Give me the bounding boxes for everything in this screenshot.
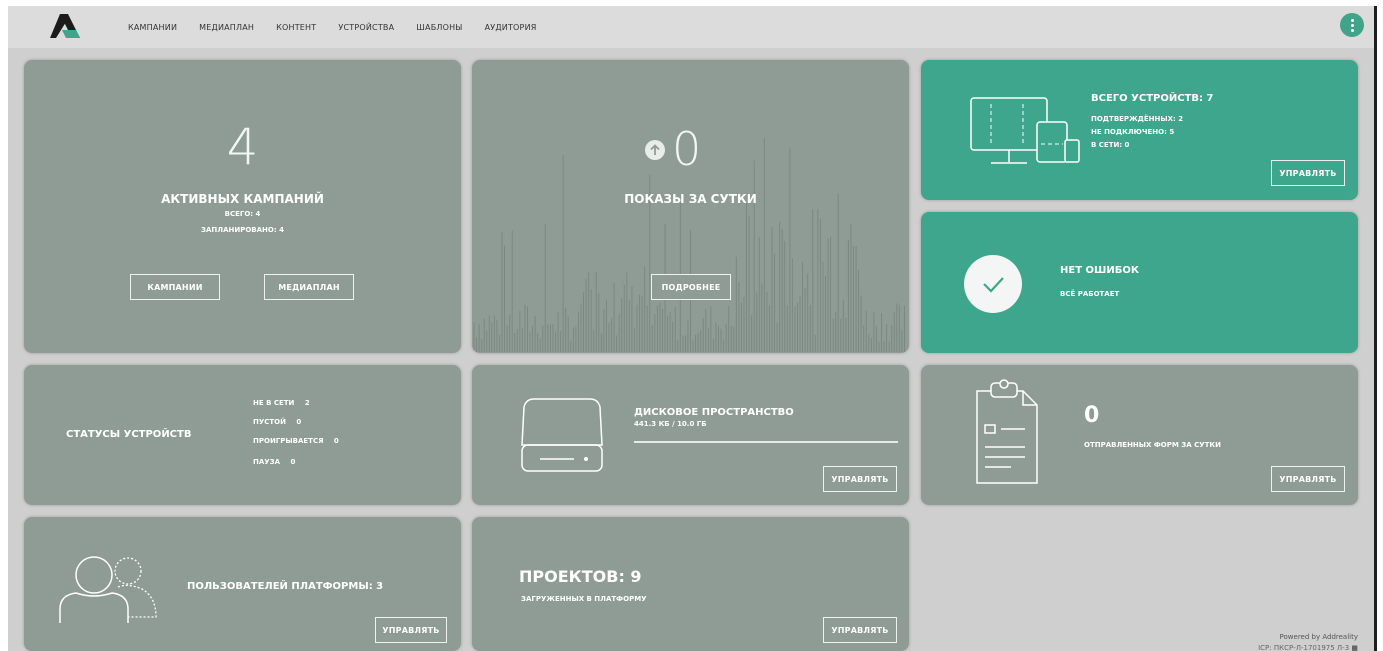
projects-title: ПРОЕКТОВ: 9 [519, 567, 642, 586]
disk-usage-bar [634, 441, 898, 443]
platform-users-card: ПОЛЬЗОВАТЕЛЕЙ ПЛАТФОРМЫ: 3 УПРАВЛЯТЬ [24, 517, 461, 651]
hard-drive-icon [521, 398, 603, 472]
impressions-background-chart [473, 137, 905, 352]
more-menu-icon[interactable] [1340, 13, 1364, 37]
submitted-forms-title: ОТПРАВЛЕННЫХ ФОРМ ЗА СУТКИ [1084, 441, 1222, 449]
status-row-playing: ПРОИГРЫВАЕТСЯ 0 [253, 437, 339, 445]
main-nav: КАМПАНИИ МЕДИАПЛАН КОНТЕНТ УСТРОЙСТВА ША… [128, 6, 559, 48]
status-value: 2 [304, 399, 310, 407]
status-value: 0 [333, 437, 339, 445]
campaigns-button[interactable]: КАМПАНИИ [130, 274, 220, 300]
disk-space-usage: 441.3 КБ / 10.0 ГБ [634, 420, 707, 428]
devices-manage-button[interactable]: УПРАВЛЯТЬ [1271, 160, 1345, 186]
nav-item-audience[interactable]: АУДИТОРИЯ [485, 23, 537, 32]
nav-item-devices[interactable]: УСТРОЙСТВА [338, 23, 394, 32]
devices-online: В СЕТИ: 0 [1091, 141, 1130, 149]
check-circle-icon [964, 255, 1022, 313]
scrollbar-edge [1374, 6, 1377, 651]
nav-item-templates[interactable]: ШАБЛОНЫ [416, 23, 462, 32]
active-campaigns-card: 4 АКТИВНЫХ КАМПАНИЙ ВСЕГО: 4 ЗАПЛАНИРОВА… [24, 60, 461, 353]
status-value: 0 [290, 458, 296, 466]
platform-users-title: ПОЛЬЗОВАТЕЛЕЙ ПЛАТФОРМЫ: 3 [187, 581, 384, 592]
impressions-details-button[interactable]: ПОДРОБНЕЕ [651, 274, 731, 300]
users-manage-button[interactable]: УПРАВЛЯТЬ [375, 617, 447, 643]
campaigns-scheduled: ЗАПЛАНИРОВАНО: 4 [201, 226, 284, 234]
projects-manage-button[interactable]: УПРАВЛЯТЬ [823, 617, 897, 643]
devices-total-title: ВСЕГО УСТРОЙСТВ: 7 [1091, 93, 1214, 104]
arrow-up-circle-icon [645, 140, 665, 160]
mediaplan-button[interactable]: МЕДИАПЛАН [264, 274, 354, 300]
projects-subtitle: ЗАГРУЖЕННЫХ В ПЛАТФОРМУ [521, 595, 647, 603]
device-statuses-title: СТАТУСЫ УСТРОЙСТВ [66, 429, 192, 440]
active-campaigns-title: АКТИВНЫХ КАМПАНИЙ [161, 192, 324, 206]
users-icon [59, 556, 157, 623]
disk-space-card: ДИСКОВОЕ ПРОСТРАНСТВО 441.3 КБ / 10.0 ГБ… [472, 365, 909, 505]
forms-manage-button[interactable]: УПРАВЛЯТЬ [1271, 466, 1345, 492]
status-row-paused: ПАУЗА 0 [253, 458, 295, 466]
clipboard-icon [976, 379, 1038, 484]
devices-not-connected: НЕ ПОДКЛЮЧЕНО: 5 [1091, 128, 1175, 136]
impressions-card: 0 ПОКАЗЫ ЗА СУТКИ ПОДРОБНЕЕ [472, 60, 909, 353]
impressions-count: 0 [672, 122, 702, 176]
status-label: ПРОИГРЫВАЕТСЯ [253, 437, 324, 445]
disk-manage-button[interactable]: УПРАВЛЯТЬ [823, 466, 897, 492]
status-label: ПАУЗА [253, 458, 281, 466]
status-label: НЕ В СЕТИ [253, 399, 295, 407]
devices-confirmed: ПОДТВЕРЖДЁННЫХ: 2 [1091, 115, 1184, 123]
projects-card: ПРОЕКТОВ: 9 ЗАГРУЖЕННЫХ В ПЛАТФОРМУ УПРА… [472, 517, 909, 651]
devices-total-card: ВСЕГО УСТРОЙСТВ: 7 ПОДТВЕРЖДЁННЫХ: 2 НЕ … [921, 60, 1358, 200]
disk-space-title: ДИСКОВОЕ ПРОСТРАНСТВО [634, 407, 794, 418]
nav-item-mediaplan[interactable]: МЕДИАПЛАН [199, 23, 254, 32]
no-errors-card: НЕТ ОШИБОК ВСЁ РАБОТАЕТ [921, 212, 1358, 353]
active-campaigns-count: 4 [226, 118, 259, 176]
icp-license-text: ICP: ПКСР-Л-1701975 Л-3 ■ [1258, 644, 1358, 651]
nav-item-campaigns[interactable]: КАМПАНИИ [128, 23, 177, 32]
device-statuses-card: СТАТУСЫ УСТРОЙСТВ НЕ В СЕТИ 2 ПУСТОЙ 0 П… [24, 365, 461, 505]
status-label: ПУСТОЙ [253, 418, 286, 426]
no-errors-subtitle: ВСЁ РАБОТАЕТ [1060, 290, 1120, 298]
devices-icon [970, 97, 1080, 164]
campaigns-total: ВСЕГО: 4 [224, 210, 261, 218]
no-errors-title: НЕТ ОШИБОК [1060, 265, 1140, 276]
status-value: 0 [296, 418, 302, 426]
submitted-forms-count: 0 [1084, 403, 1100, 428]
impressions-title: ПОКАЗЫ ЗА СУТКИ [624, 192, 757, 206]
nav-item-content[interactable]: КОНТЕНТ [276, 23, 316, 32]
top-navbar: КАМПАНИИ МЕДИАПЛАН КОНТЕНТ УСТРОЙСТВА ША… [8, 6, 1374, 48]
status-row-offline: НЕ В СЕТИ 2 [253, 399, 310, 407]
status-row-empty: ПУСТОЙ 0 [253, 418, 301, 426]
powered-by-text: Powered by Addreality [1279, 633, 1358, 641]
addreality-logo-icon[interactable] [46, 12, 86, 42]
submitted-forms-card: 0 ОТПРАВЛЕННЫХ ФОРМ ЗА СУТКИ УПРАВЛЯТЬ [921, 365, 1358, 505]
